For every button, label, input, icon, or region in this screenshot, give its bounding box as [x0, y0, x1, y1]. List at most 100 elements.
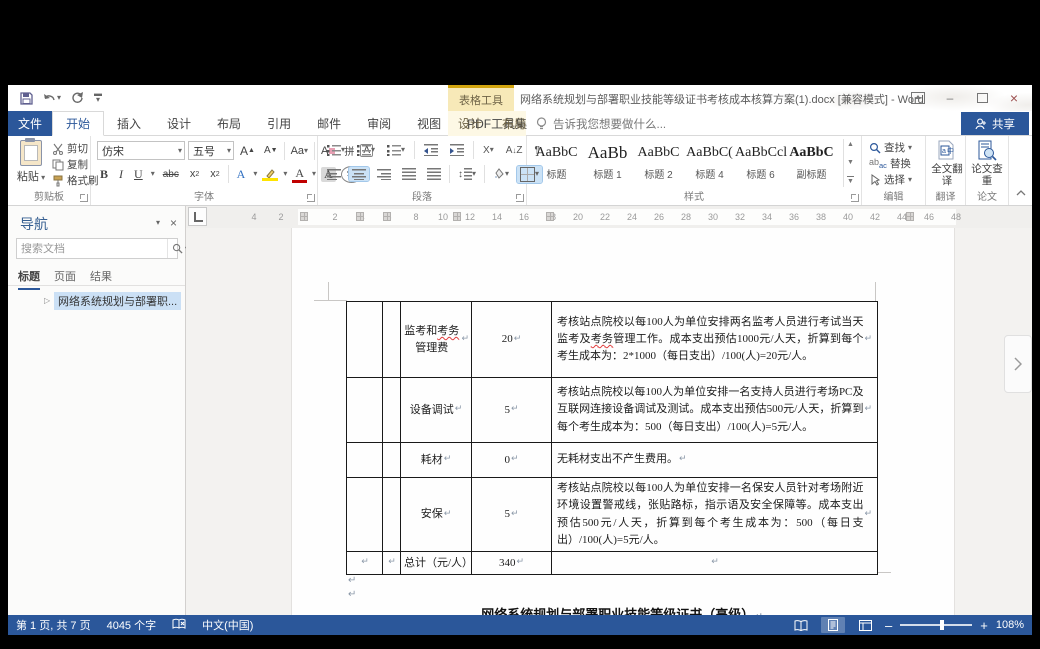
style-chip-4[interactable]: AaBbCcl标题 6	[735, 139, 786, 187]
print-layout-icon[interactable]	[821, 617, 845, 633]
collapse-triangle-icon[interactable]: ▷	[44, 296, 54, 305]
styles-scroll-up-icon[interactable]: ▲	[847, 141, 854, 148]
bullets-button[interactable]: ▾	[324, 143, 348, 157]
table-value-cell[interactable]: 340↵	[472, 552, 552, 574]
save-icon[interactable]	[20, 92, 33, 105]
proofing-status-icon[interactable]	[172, 618, 186, 633]
table-item-cell[interactable]: 监考和考务管理费↵	[401, 302, 472, 378]
paste-button[interactable]: 粘贴 ▾	[14, 140, 48, 184]
font-size-combo[interactable]: 五号▾	[188, 141, 234, 160]
web-layout-icon[interactable]	[853, 617, 877, 633]
decrease-indent-button[interactable]	[421, 143, 441, 157]
table-empty-cell[interactable]	[347, 443, 383, 478]
contextual-tab-0[interactable]: 设计	[448, 111, 492, 136]
font-dialog-launcher[interactable]	[307, 194, 315, 202]
redo-icon[interactable]	[71, 92, 84, 104]
document-area[interactable]: 监考和考务管理费↵20↵考核站点院校以每100人为单位安排两名监考人员进行考试当…	[186, 228, 1032, 615]
zoom-in-button[interactable]: +	[980, 618, 988, 633]
collapse-ribbon-icon[interactable]	[1016, 183, 1026, 201]
table-column-marker[interactable]	[453, 212, 461, 221]
table-empty-cell[interactable]	[347, 378, 383, 443]
distribute-button[interactable]	[424, 167, 444, 181]
table-column-marker[interactable]	[383, 212, 391, 221]
ribbon-tab-7[interactable]: 视图	[404, 111, 454, 136]
numbering-button[interactable]: ▾	[354, 143, 378, 157]
undo-icon[interactable]: ▾	[43, 92, 61, 104]
table-column-marker[interactable]	[546, 212, 554, 221]
shrink-font-button[interactable]: A▼	[261, 144, 281, 157]
align-right-button[interactable]	[374, 167, 394, 181]
paper-check-button[interactable]: 论文查重	[970, 139, 1004, 187]
table-column-marker[interactable]	[300, 212, 308, 221]
asian-layout-button[interactable]: X▾	[480, 144, 497, 157]
table-desc-cell[interactable]: 考核站点院校以每100人为单位安排两名监考人员进行考试当天监考及考务管理工作。成…	[552, 302, 877, 378]
font-color-button[interactable]: A	[292, 165, 307, 183]
table-desc-cell[interactable]: ↵	[552, 552, 877, 574]
horizontal-ruler[interactable]: 4224681012141618202224262830323436384042…	[186, 206, 1032, 228]
table-empty-cell[interactable]	[383, 478, 401, 552]
underline-dropdown-icon[interactable]: ▾	[151, 170, 155, 178]
style-chip-1[interactable]: AaBb标题 1	[582, 139, 633, 187]
align-center-button[interactable]	[349, 167, 369, 181]
ribbon-tab-4[interactable]: 引用	[254, 111, 304, 136]
table-value-cell[interactable]: 5↵	[472, 378, 552, 443]
select-button[interactable]: 选择▾	[869, 172, 912, 188]
ribbon-tab-6[interactable]: 审阅	[354, 111, 404, 136]
ribbon-display-options-icon[interactable]	[904, 88, 932, 108]
table-empty-cell[interactable]: ↵	[383, 552, 401, 574]
ribbon-tab-5[interactable]: 邮件	[304, 111, 354, 136]
table-empty-cell[interactable]	[383, 443, 401, 478]
styles-dialog-launcher[interactable]	[851, 194, 859, 202]
zoom-percentage[interactable]: 108%	[996, 619, 1024, 631]
styles-more-icon[interactable]: ▼	[847, 176, 854, 185]
subscript-button[interactable]: x2	[187, 167, 202, 181]
table-empty-cell[interactable]: ↵	[347, 552, 383, 574]
zoom-out-button[interactable]: –	[885, 618, 892, 633]
table-desc-cell[interactable]: 无耗材支出不产生费用。↵	[552, 443, 877, 478]
clipboard-dialog-launcher[interactable]	[80, 194, 88, 202]
table-empty-cell[interactable]	[383, 378, 401, 443]
nav-tab-1[interactable]: 页面	[54, 268, 76, 290]
shading-button[interactable]: ▾	[490, 167, 512, 181]
nav-tab-0[interactable]: 标题	[18, 268, 40, 290]
undo-dropdown-icon[interactable]: ▾	[57, 94, 61, 102]
table-empty-cell[interactable]	[383, 302, 401, 378]
expand-panel-button[interactable]	[1004, 335, 1032, 393]
nav-tab-2[interactable]: 结果	[90, 268, 112, 290]
paragraph-dialog-launcher[interactable]	[516, 194, 524, 202]
nav-pane-close-icon[interactable]: ×	[170, 216, 177, 230]
search-input[interactable]	[17, 243, 167, 255]
style-chip-0[interactable]: AaBbC标题	[531, 139, 582, 187]
table-item-cell[interactable]: 设备调试↵	[401, 378, 472, 443]
justify-button[interactable]	[399, 167, 419, 181]
table-item-cell[interactable]: 总计（元/人）	[401, 552, 472, 574]
align-left-button[interactable]	[324, 167, 344, 181]
language-indicator[interactable]: 中文(中国)	[202, 617, 253, 633]
superscript-button[interactable]: x2	[207, 167, 222, 181]
table-empty-cell[interactable]	[347, 478, 383, 552]
table-value-cell[interactable]: 20↵	[472, 302, 552, 378]
table-value-cell[interactable]: 5↵	[472, 478, 552, 552]
ribbon-tab-1[interactable]: 插入	[104, 111, 154, 136]
table-item-cell[interactable]: 耗材↵	[401, 443, 472, 478]
search-icon[interactable]	[172, 243, 183, 254]
style-chip-5[interactable]: AaBbC副标题	[786, 139, 837, 187]
close-icon[interactable]: ×	[1000, 88, 1028, 108]
ribbon-tab-0[interactable]: 开始	[52, 111, 104, 136]
style-chip-2[interactable]: AaBbC标题 2	[633, 139, 684, 187]
ribbon-tab-3[interactable]: 布局	[204, 111, 254, 136]
table-desc-cell[interactable]: 考核站点院校以每100人为单位安排一名保安人员针对考场附近环境设置警戒线，张贴路…	[552, 478, 877, 552]
sort-button[interactable]: A↓Z	[503, 144, 526, 157]
tell-me-box[interactable]: 告诉我您想要做什么...	[536, 111, 666, 136]
change-case-button[interactable]: Aa▾	[288, 144, 311, 158]
word-count[interactable]: 4045 个字	[107, 617, 157, 633]
nav-pane-options-icon[interactable]: ▾	[156, 219, 160, 227]
minimize-icon[interactable]: –	[936, 88, 964, 108]
contextual-tab-1[interactable]: 布局	[492, 111, 536, 136]
line-spacing-button[interactable]: ↕▾	[455, 167, 479, 181]
underline-button[interactable]: U	[131, 166, 146, 183]
highlight-color-button[interactable]	[262, 168, 278, 181]
italic-button[interactable]: I	[116, 166, 126, 183]
styles-scroll-down-icon[interactable]: ▼	[847, 159, 854, 166]
table-desc-cell[interactable]: 考核站点院校以每100人为单位安排一名支持人员进行考场PC及互联网连接设备调试及…	[552, 378, 877, 443]
